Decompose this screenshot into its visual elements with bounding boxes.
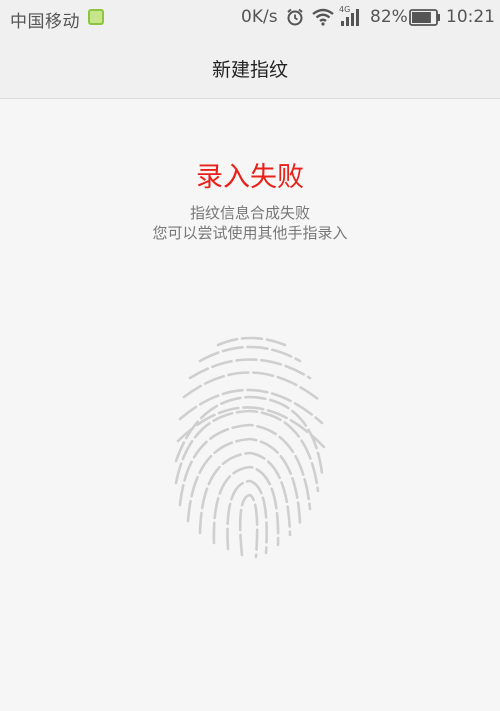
battery-icon xyxy=(409,9,441,31)
fingerprint-icon xyxy=(174,336,326,559)
page-title: 新建指纹 xyxy=(211,59,288,81)
title-bar: 新建指纹 xyxy=(0,36,500,99)
status-bar: 中国移动 0K/s 4G 82% 10:21 xyxy=(0,0,500,36)
wifi-icon xyxy=(311,7,335,32)
clock: 10:21 xyxy=(446,7,495,27)
alarm-icon xyxy=(285,7,305,32)
battery-percentage: 82% xyxy=(370,7,408,27)
net-speed-label: 0K/s xyxy=(241,7,278,27)
carrier-label: 中国移动 xyxy=(10,12,80,32)
sim-icon xyxy=(88,9,104,25)
error-headline: 录入失败 xyxy=(196,162,304,193)
error-message-line1: 指纹信息合成失败 xyxy=(189,204,310,222)
signal-icon: 4G xyxy=(339,4,365,33)
network-type-label: 4G xyxy=(339,5,350,14)
error-message-line2: 您可以尝试使用其他手指录入 xyxy=(152,224,348,242)
